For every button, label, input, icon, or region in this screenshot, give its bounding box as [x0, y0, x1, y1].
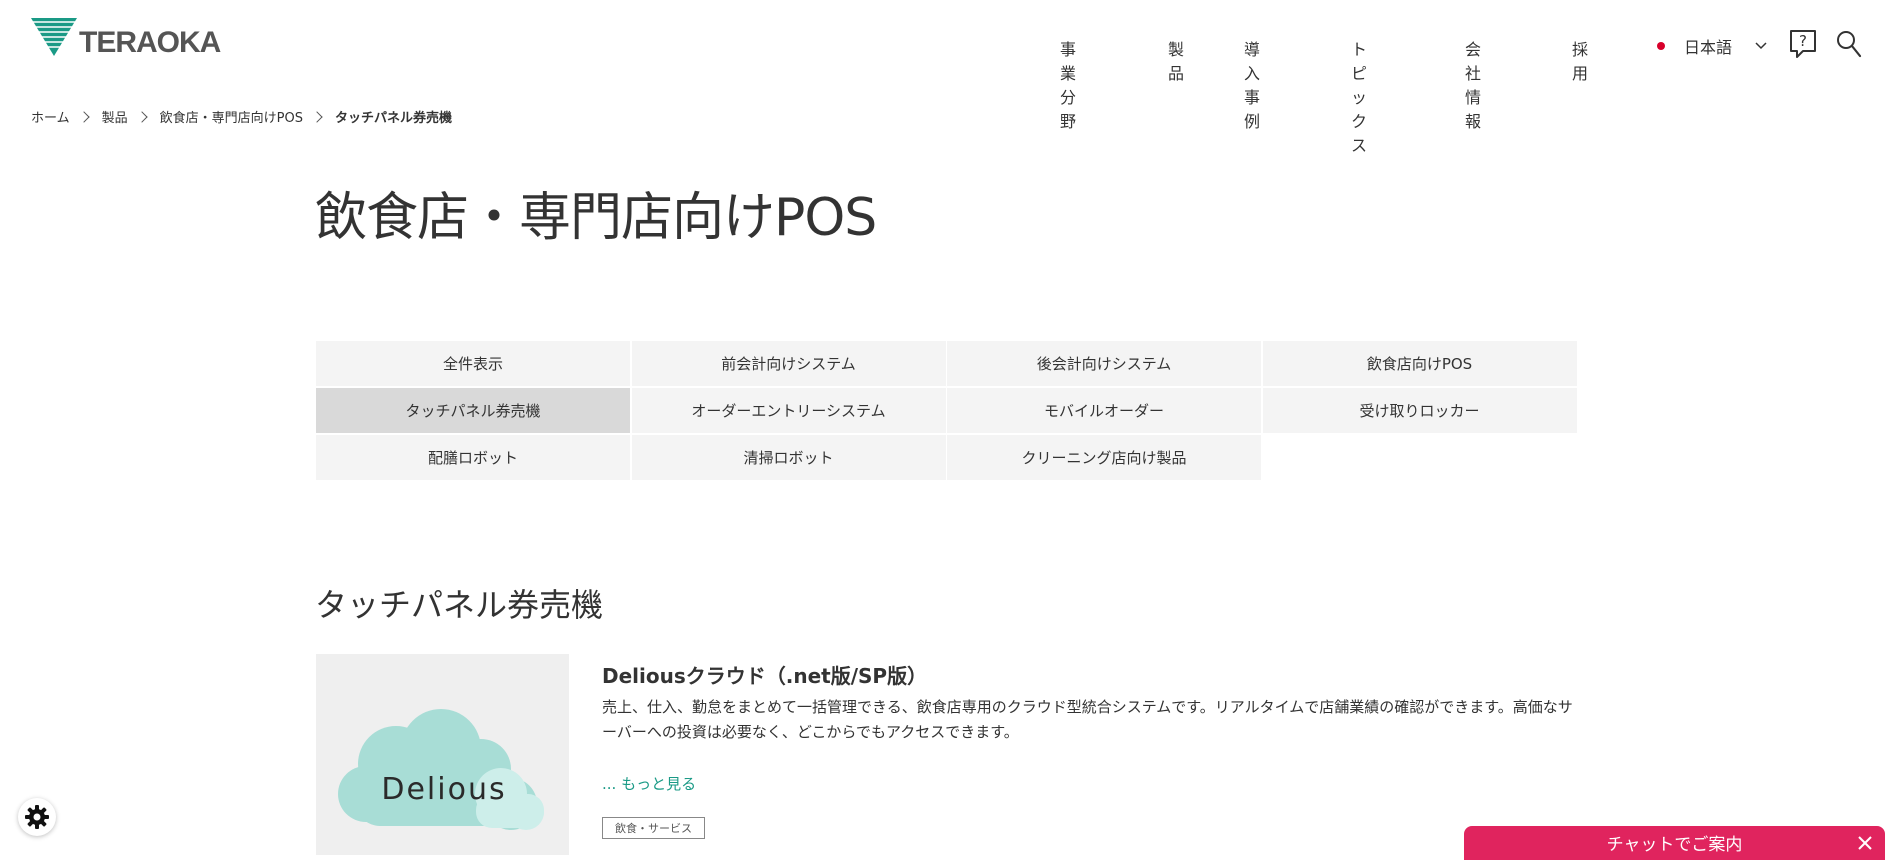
- category-item[interactable]: 飲食店向けPOS: [1262, 341, 1577, 386]
- language-label: 日本語: [1684, 38, 1733, 57]
- help-icon[interactable]: ?: [1789, 29, 1817, 59]
- nav-item-case-studies[interactable]: 導入事例: [1244, 36, 1260, 132]
- cookie-settings-button[interactable]: [18, 798, 56, 836]
- category-item[interactable]: クリーニング店向け製品: [947, 435, 1261, 480]
- teraoka-logo-icon: [31, 18, 77, 56]
- chevron-right-icon: [77, 110, 90, 123]
- svg-text:?: ?: [1799, 32, 1807, 50]
- gear-icon: [25, 805, 49, 829]
- chevron-right-icon: [311, 110, 323, 123]
- product-image[interactable]: Delious: [316, 654, 569, 855]
- svg-text:Delious: Delious: [381, 772, 506, 807]
- page-title: 飲食店・専門店向けPOS: [315, 188, 877, 248]
- breadcrumb-pos[interactable]: 飲食店・専門店向けPOS: [160, 107, 303, 126]
- nav-item-company[interactable]: 会社情報: [1465, 36, 1481, 132]
- breadcrumb-home[interactable]: ホーム: [31, 107, 70, 126]
- language-selector[interactable]: 日本語: [1650, 34, 1768, 58]
- breadcrumb-current: タッチパネル券売機: [334, 111, 452, 126]
- logo-text: TERAOKA: [79, 26, 221, 59]
- cloud-icon: Delious: [338, 709, 544, 830]
- nav-item-topics[interactable]: トピックス: [1351, 36, 1367, 156]
- section-title: タッチパネル券売機: [315, 586, 604, 624]
- category-item[interactable]: モバイルオーダー: [947, 388, 1261, 433]
- chevron-right-icon: [135, 110, 148, 123]
- category-item[interactable]: オーダーエントリーシステム: [631, 388, 946, 433]
- chevron-down-icon: [1755, 42, 1767, 50]
- nav-item-products[interactable]: 製品: [1168, 36, 1184, 84]
- category-item[interactable]: 全件表示: [316, 341, 630, 386]
- product-name[interactable]: Deliousクラウド（.net版/SP版）: [602, 660, 927, 689]
- nav-item-business[interactable]: 事業分野: [1060, 36, 1076, 132]
- breadcrumb-products[interactable]: 製品: [102, 107, 128, 126]
- teraoka-logo[interactable]: TERAOKA: [31, 18, 231, 59]
- search-icon[interactable]: [1836, 30, 1862, 58]
- site-header: TERAOKA 事業分野 製品 導入事例 トピックス 会社情報 採用 日本語 ?: [0, 0, 1895, 155]
- category-item[interactable]: 前会計向けシステム: [631, 341, 946, 386]
- product-description: 売上、仕入、勤怠をまとめて一括管理できる、飲食店専用のクラウド型統合システムです…: [602, 698, 1573, 741]
- category-item[interactable]: 配膳ロボット: [316, 435, 630, 480]
- category-item[interactable]: 後会計向けシステム: [947, 341, 1261, 386]
- category-tag[interactable]: 飲食・サービス: [602, 817, 705, 839]
- chat-label: チャットでご案内: [1606, 834, 1743, 855]
- close-icon[interactable]: [1857, 835, 1873, 851]
- category-item[interactable]: 清掃ロボット: [631, 435, 946, 480]
- japan-flag-icon: [1650, 38, 1672, 54]
- more-link[interactable]: ... もっと見る: [602, 773, 696, 794]
- nav-item-recruit[interactable]: 採用: [1572, 36, 1588, 84]
- breadcrumb: ホーム 製品 飲食店・専門店向けPOS タッチパネル券売機: [31, 107, 452, 126]
- category-grid: 全件表示 前会計向けシステム 後会計向けシステム 飲食店向けPOS タッチパネル…: [316, 341, 1577, 480]
- category-item[interactable]: 受け取りロッカー: [1262, 388, 1577, 433]
- category-item-active[interactable]: タッチパネル券売機: [316, 388, 630, 433]
